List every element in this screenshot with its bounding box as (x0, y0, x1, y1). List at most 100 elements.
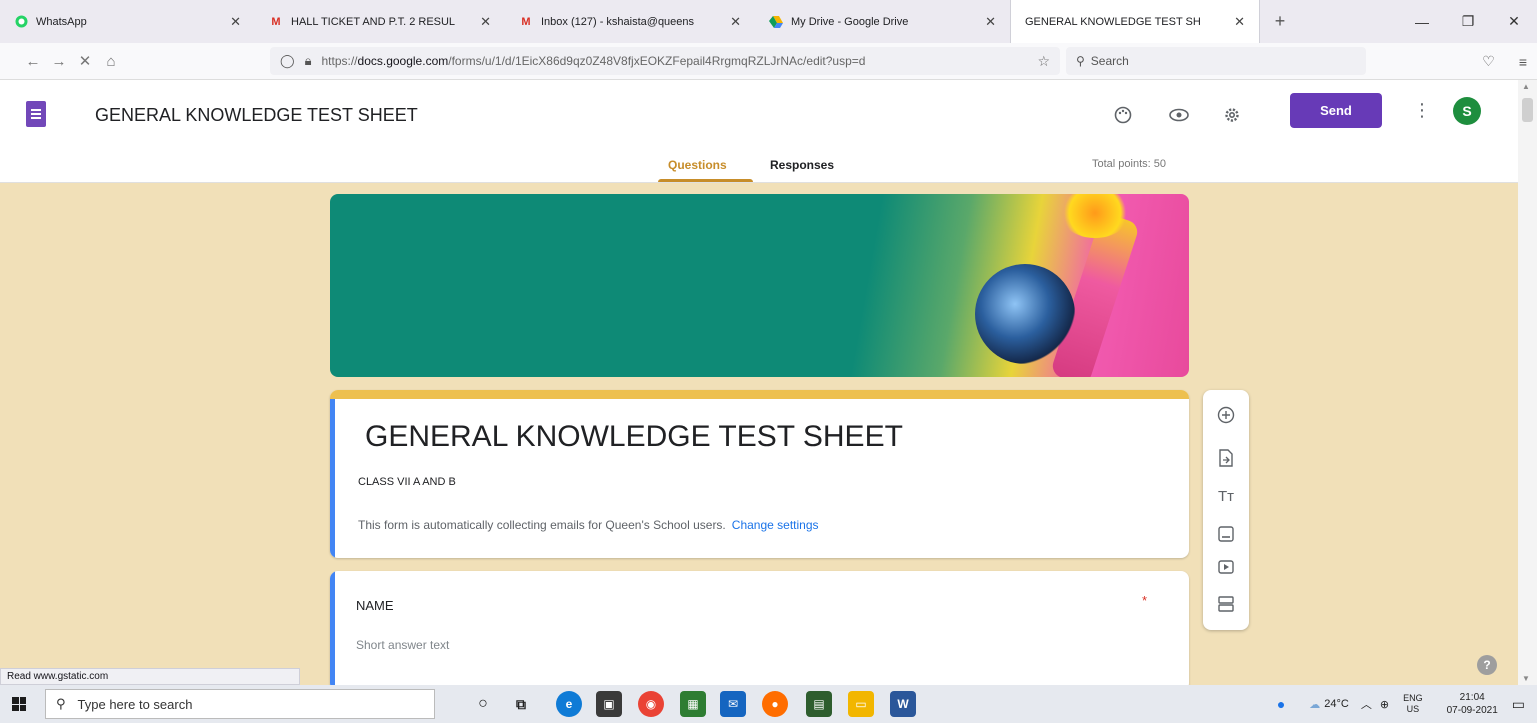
tab-title: HALL TICKET AND P.T. 2 RESUL (291, 15, 456, 28)
page-scrollbar[interactable]: ▲ ▼ (1518, 80, 1537, 685)
pocket-icon[interactable]: ♡ (1482, 53, 1495, 70)
tab-title: My Drive - Google Drive (791, 15, 909, 28)
new-tab-button[interactable]: + (1260, 0, 1300, 43)
bookmark-star-icon[interactable]: ☆ (1037, 53, 1050, 70)
close-tab-icon[interactable]: ✕ (480, 14, 491, 30)
file-explorer-icon[interactable]: ▭ (848, 691, 874, 717)
task-view-icon[interactable]: ⧉ (508, 691, 534, 717)
question-card[interactable]: NAME * Short answer text (330, 571, 1189, 691)
add-video-icon[interactable] (1215, 556, 1237, 578)
lock-icon: 🔒︎ (304, 53, 312, 68)
stop-icon[interactable]: ✕ (72, 52, 98, 70)
word-icon[interactable]: W (890, 691, 916, 717)
form-header-image (330, 194, 1189, 377)
google-forms-icon[interactable] (26, 101, 46, 127)
form-title[interactable]: GENERAL KNOWLEDGE TEST SHEET (365, 420, 903, 454)
preview-eye-icon[interactable] (1167, 103, 1191, 127)
window-controls: — ❐ ✕ (1399, 0, 1537, 43)
gmail-icon: M (521, 15, 531, 28)
browser-search-input[interactable]: ⚲ Search (1066, 47, 1366, 75)
mail-icon[interactable]: ✉ (720, 691, 746, 717)
minimize-icon[interactable]: — (1399, 0, 1445, 43)
form-description[interactable]: CLASS VII A AND B (358, 476, 456, 488)
scroll-up-icon[interactable]: ▲ (1522, 82, 1530, 91)
status-tooltip: Read www.gstatic.com (0, 668, 300, 685)
tab-title: GENERAL KNOWLEDGE TEST SH (1025, 15, 1201, 28)
address-bar[interactable]: ◯ 🔒︎ https://docs.google.com/forms/u/1/d… (270, 47, 1060, 75)
tray-app-icon[interactable]: ● (1277, 696, 1285, 712)
notifications-icon[interactable]: ▭ (1512, 696, 1525, 713)
browser-tab-hall-ticket[interactable]: M HALL TICKET AND P.T. 2 RESUL ✕ (255, 0, 505, 43)
navigation-bar: ← → ✕ ⌂ ◯ 🔒︎ https://docs.google.com/for… (0, 43, 1537, 80)
edge-icon[interactable]: e (556, 691, 582, 717)
active-tab-indicator (658, 179, 753, 182)
add-title-icon[interactable]: Tт (1215, 485, 1237, 507)
form-app-title[interactable]: GENERAL KNOWLEDGE TEST SHEET (95, 105, 418, 126)
close-tab-icon[interactable]: ✕ (985, 14, 996, 30)
tab-title: WhatsApp (36, 15, 87, 28)
restore-icon[interactable]: ❐ (1445, 0, 1491, 43)
add-question-icon[interactable] (1215, 404, 1237, 426)
add-image-icon[interactable] (1215, 523, 1237, 545)
language-indicator[interactable]: ENG US (1403, 693, 1423, 715)
home-icon[interactable]: ⌂ (98, 53, 124, 70)
media-app-icon[interactable]: ▤ (806, 691, 832, 717)
windows-taskbar: ⚲ Type here to search ○ ⧉ e ▣ ◉ ▦ ✉ ● ▤ … (0, 685, 1537, 723)
selected-card-indicator (330, 399, 335, 558)
tab-questions[interactable]: Questions (668, 158, 727, 172)
more-options-icon[interactable]: ⋮ (1413, 100, 1431, 121)
url-prefix: https:// (321, 54, 358, 68)
weather-icon: ☁ (1309, 698, 1321, 711)
close-window-icon[interactable]: ✕ (1491, 0, 1537, 43)
network-icon[interactable]: ⊕ (1380, 698, 1389, 711)
form-side-toolbar: Tт (1203, 390, 1249, 630)
avatar[interactable]: S (1453, 97, 1481, 125)
palette-icon[interactable] (1111, 103, 1135, 127)
send-button[interactable]: Send (1290, 93, 1382, 128)
help-icon[interactable]: ? (1477, 655, 1497, 675)
app-icon[interactable]: ▦ (680, 691, 706, 717)
scroll-down-icon[interactable]: ▼ (1522, 674, 1530, 683)
search-placeholder: Search (1090, 54, 1129, 68)
add-section-icon[interactable] (1215, 593, 1237, 615)
gmail-icon: M (271, 15, 281, 28)
weather-temperature[interactable]: 24°C (1324, 698, 1349, 710)
browser-tab-strip: WhatsApp ✕ M HALL TICKET AND P.T. 2 RESU… (0, 0, 1537, 43)
chrome-icon[interactable]: ◉ (638, 691, 664, 717)
firefox-icon[interactable]: ● (762, 691, 788, 717)
language-code: ENG (1403, 693, 1423, 703)
show-hidden-icons-icon[interactable]: ︿ (1361, 696, 1372, 712)
taskbar-search-input[interactable]: ⚲ Type here to search (45, 689, 435, 719)
windows-start-icon[interactable] (12, 697, 26, 711)
keyboard-layout: US (1406, 704, 1420, 714)
question-title[interactable]: NAME (356, 598, 394, 613)
back-icon[interactable]: ← (20, 53, 46, 70)
form-title-card[interactable]: GENERAL KNOWLEDGE TEST SHEET CLASS VII A… (330, 390, 1189, 558)
scrollbar-thumb[interactable] (1522, 98, 1533, 122)
browser-tab-inbox[interactable]: M Inbox (127) - kshaista@queens ✕ (505, 0, 755, 43)
question-card-indicator (330, 571, 335, 691)
browser-tab-drive[interactable]: My Drive - Google Drive ✕ (755, 0, 1010, 43)
taskbar-search-placeholder: Type here to search (77, 696, 193, 712)
shield-icon: ◯ (280, 53, 295, 68)
browser-tab-form[interactable]: GENERAL KNOWLEDGE TEST SH ✕ (1010, 0, 1260, 43)
browser-tab-whatsapp[interactable]: WhatsApp ✕ (0, 0, 255, 43)
close-tab-icon[interactable]: ✕ (1234, 14, 1245, 30)
settings-gear-icon[interactable] (1220, 103, 1244, 127)
forward-icon[interactable]: → (46, 53, 72, 70)
change-settings-link[interactable]: Change settings (732, 518, 819, 532)
url-path: /forms/u/1/d/1EicX86d9qz0Z48V8fjxEOKZFep… (448, 54, 866, 68)
banner-insect-shape (975, 264, 1075, 364)
menu-icon[interactable]: ≡ (1519, 54, 1527, 70)
close-tab-icon[interactable]: ✕ (230, 14, 241, 30)
search-icon: ⚲ (1076, 54, 1085, 68)
search-icon: ⚲ (56, 696, 66, 711)
title-card-accent (330, 390, 1189, 399)
store-icon[interactable]: ▣ (596, 691, 622, 717)
cortana-icon[interactable]: ○ (470, 691, 496, 717)
drive-icon (769, 15, 783, 29)
close-tab-icon[interactable]: ✕ (730, 14, 741, 30)
tab-responses[interactable]: Responses (770, 158, 834, 172)
import-questions-icon[interactable] (1215, 447, 1237, 469)
taskbar-clock[interactable]: 21:04 07-09-2021 (1447, 691, 1498, 717)
